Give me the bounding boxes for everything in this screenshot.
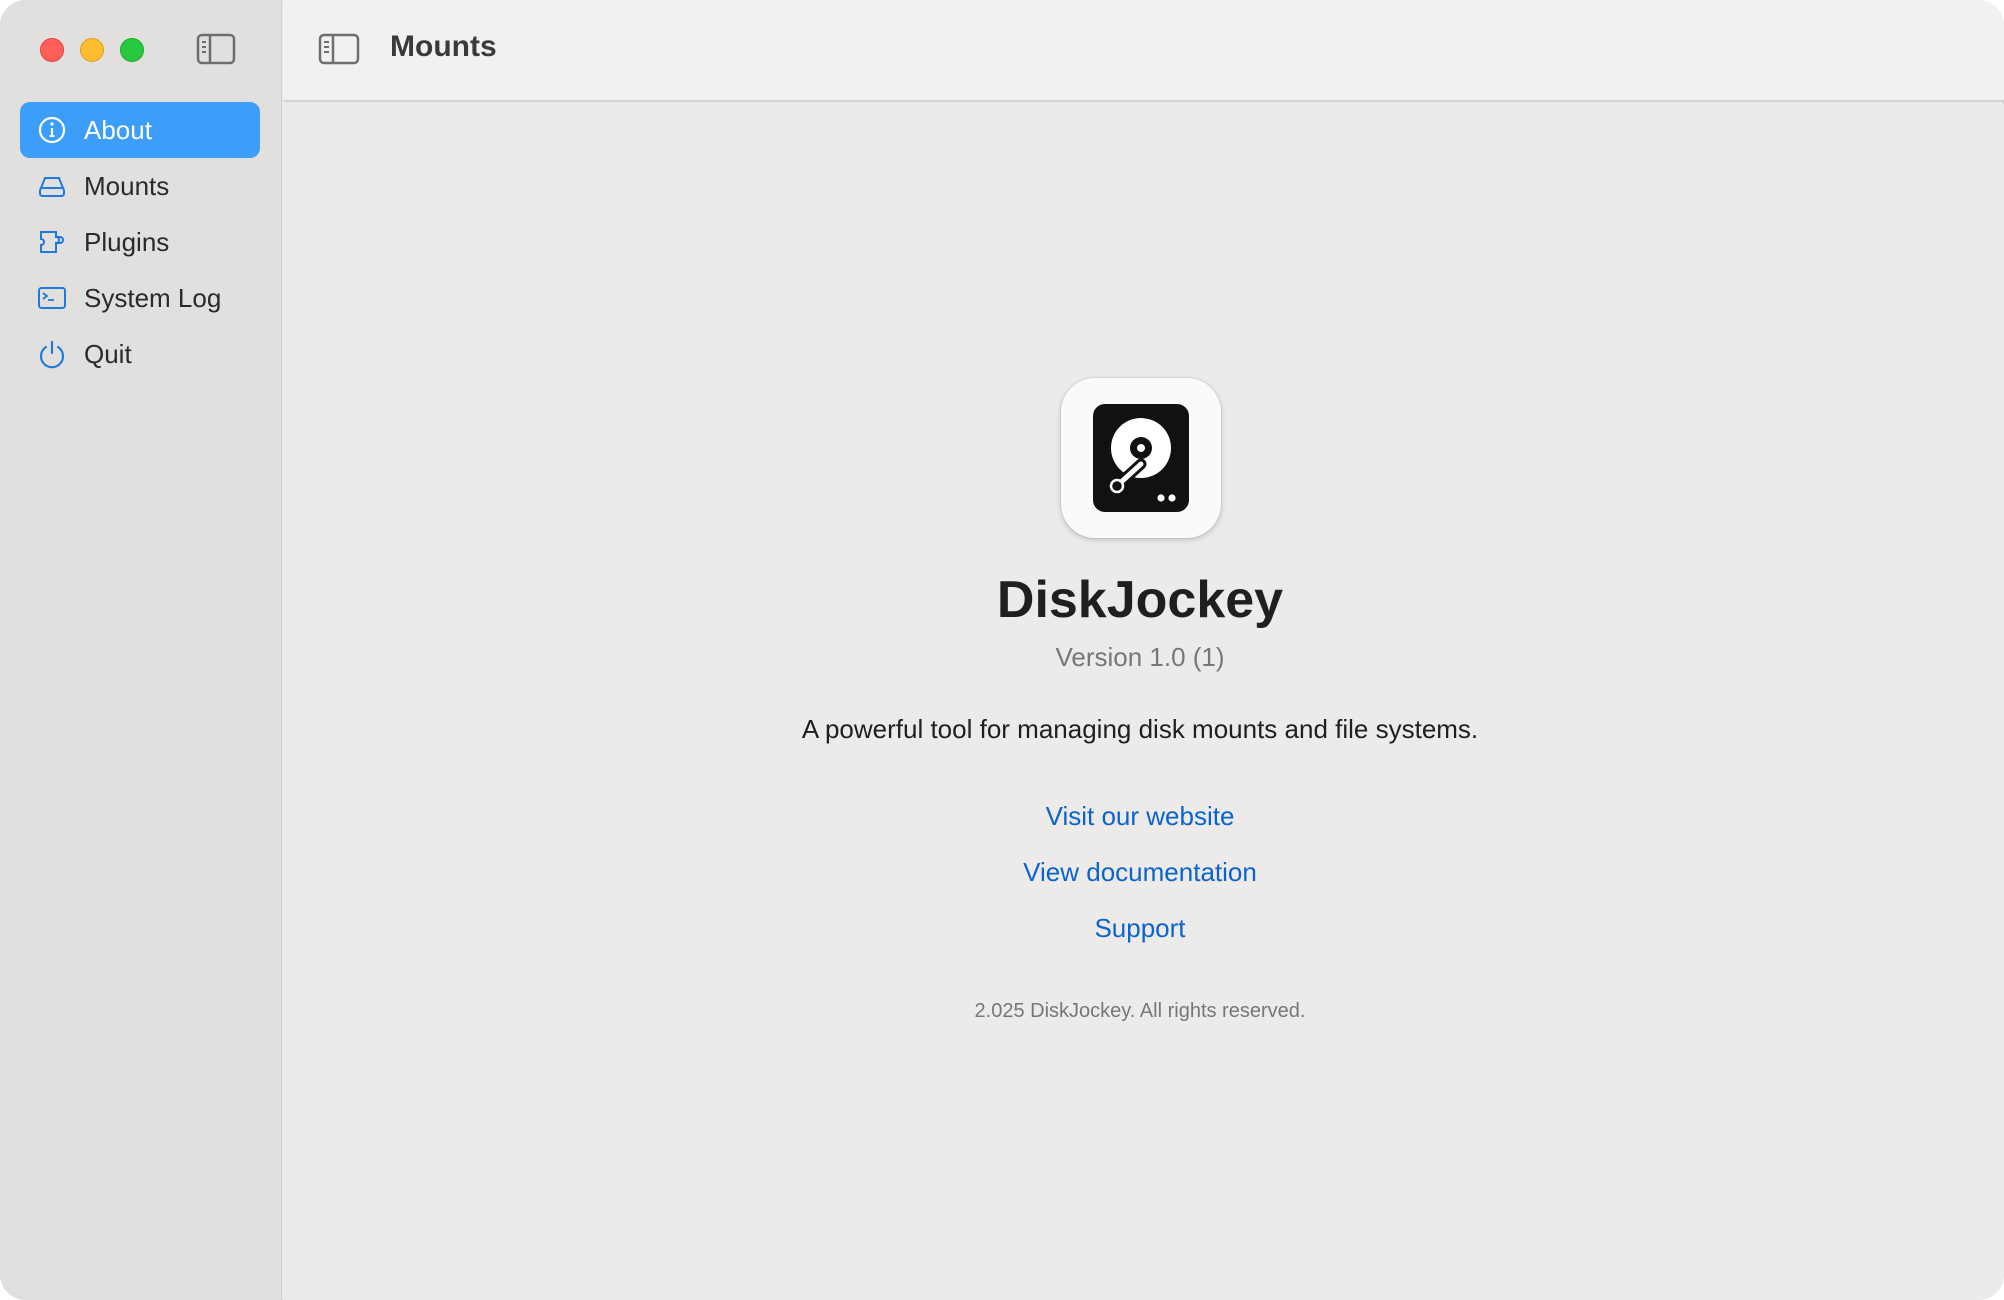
sidebar-toggle-icon	[196, 33, 236, 65]
plugin-icon	[36, 226, 68, 258]
sidebar-item-quit[interactable]: Quit	[20, 326, 260, 382]
close-window-button[interactable]	[40, 38, 64, 62]
zoom-window-button[interactable]	[120, 38, 144, 62]
hard-drive-icon	[1093, 404, 1189, 512]
sidebar: About Mounts Plugins System Log Quit	[0, 0, 282, 1300]
page-title: Mounts	[390, 30, 497, 63]
copyright-text: 2.025 DiskJockey. All rights reserved.	[974, 1000, 1306, 1022]
terminal-icon	[36, 282, 68, 314]
app-name: DiskJockey	[996, 571, 1284, 629]
documentation-link-row: View documentation	[283, 857, 1997, 888]
toolbar-sidebar-toggle-button[interactable]	[318, 32, 360, 66]
support-link-row: Support	[283, 913, 1997, 944]
sidebar-item-label: Plugins	[84, 226, 170, 257]
app-icon	[1061, 378, 1221, 538]
sidebar-item-label: Mounts	[84, 170, 170, 201]
about-content: DiskJockey Version 1.0 (1) A powerful to…	[283, 104, 2004, 1300]
website-link[interactable]: Visit our website	[1046, 801, 1235, 831]
app-window: About Mounts Plugins System Log Quit Mou…	[0, 0, 2004, 1300]
app-description: A powerful tool for managing disk mounts…	[801, 714, 1479, 744]
sidebar-item-about[interactable]: About	[20, 102, 260, 158]
website-link-row: Visit our website	[283, 801, 1997, 832]
sidebar-item-label: System Log	[84, 282, 222, 313]
sidebar-item-label: Quit	[84, 338, 132, 369]
sidebar-item-system-log[interactable]: System Log	[20, 270, 260, 326]
sidebar-item-plugins[interactable]: Plugins	[20, 214, 260, 270]
sidebar-toggle-button[interactable]	[196, 32, 236, 66]
toolbar: Mounts	[283, 0, 2004, 102]
minimize-window-button[interactable]	[80, 38, 104, 62]
power-icon	[36, 338, 68, 370]
info-circle-icon	[36, 114, 68, 146]
app-version: Version 1.0 (1)	[1055, 642, 1225, 672]
sidebar-item-label: About	[84, 114, 152, 145]
documentation-link[interactable]: View documentation	[1023, 857, 1257, 887]
sidebar-item-mounts[interactable]: Mounts	[20, 158, 260, 214]
sidebar-toggle-icon	[318, 33, 360, 65]
drive-icon	[36, 170, 68, 202]
support-link[interactable]: Support	[1094, 913, 1185, 943]
sidebar-nav: About Mounts Plugins System Log Quit	[20, 102, 260, 382]
